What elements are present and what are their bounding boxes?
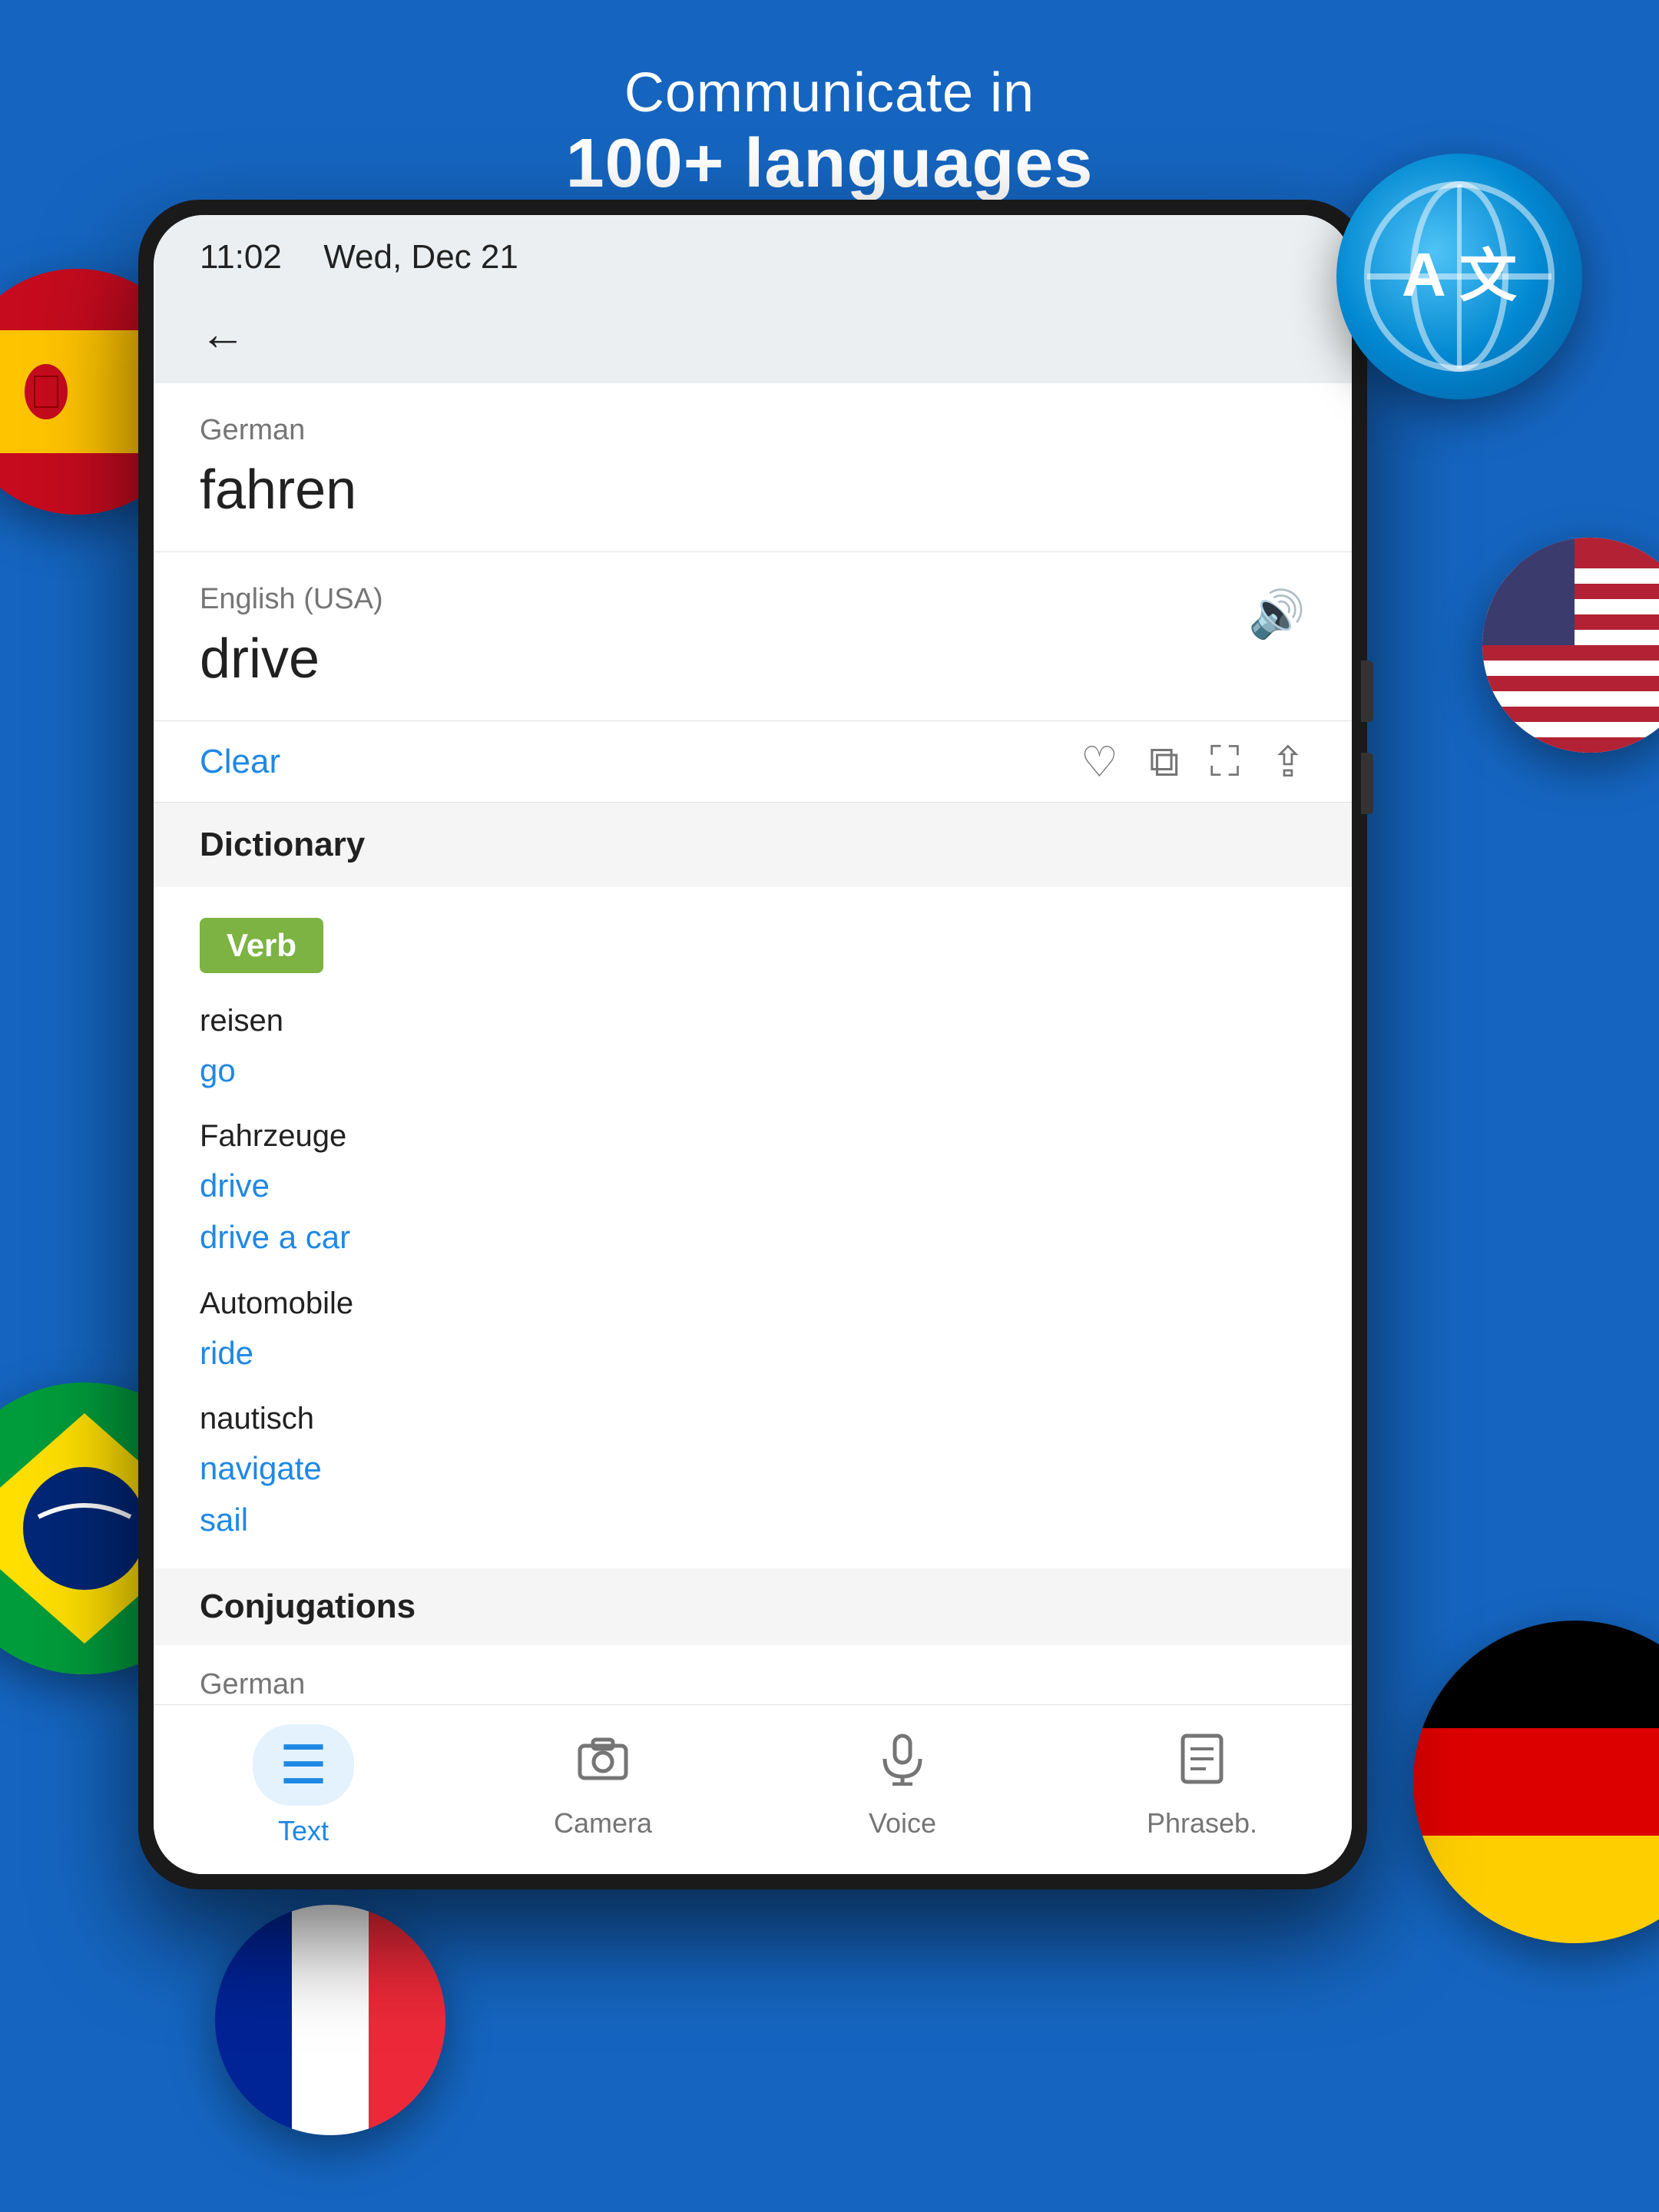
text-nav-label: Text (278, 1815, 329, 1847)
voice-nav-label: Voice (869, 1807, 936, 1839)
tablet-screen: 11:02 Wed, Dec 21 ← German fahren Englis… (154, 215, 1352, 1874)
conj-german-label: German (200, 1668, 1306, 1701)
main-content: German fahren English (USA) drive 🔊 Clea… (154, 383, 1352, 1874)
dict-translation-navigate: navigatesail (200, 1442, 1306, 1545)
dict-entry-automobile: Automobile ride (200, 1286, 1306, 1379)
tablet-device: 11:02 Wed, Dec 21 ← German fahren Englis… (138, 200, 1367, 1889)
dict-category-name-reisen: reisen (200, 1004, 1306, 1038)
dict-entry-reisen: reisen go (200, 1004, 1306, 1096)
dict-entry-nautisch: nautisch navigatesail (200, 1402, 1306, 1545)
header-subtitle: Communicate in (0, 61, 1659, 124)
france-flag (215, 1905, 445, 2135)
dict-translation-drive: drivedrive a car (200, 1160, 1306, 1263)
dictionary-section-header: Dictionary (154, 803, 1352, 887)
phrasebook-nav-label: Phraseb. (1147, 1807, 1257, 1839)
dict-translation-go: go (200, 1045, 1306, 1096)
nav-item-text[interactable]: ☰ Text (154, 1724, 453, 1847)
nav-item-phrasebook[interactable]: Phraseb. (1052, 1732, 1352, 1839)
text-to-speech-button[interactable]: 🔊 (1248, 587, 1306, 641)
nav-item-camera[interactable]: Camera (453, 1732, 753, 1839)
tablet-side-button-2 (1361, 753, 1373, 814)
action-bar: Clear ♡ ⧉ ⛶ ⇪ (154, 721, 1352, 803)
svg-text:A: A (1402, 240, 1446, 309)
dictionary-title: Dictionary (200, 826, 1306, 864)
source-text: fahren (200, 459, 1306, 522)
status-bar: 11:02 Wed, Dec 21 (154, 215, 1352, 292)
target-text: drive (200, 628, 1306, 690)
dict-category-name-fahrzeuge: Fahrzeuge (200, 1119, 1306, 1154)
usa-flag (1482, 538, 1659, 753)
favorite-icon[interactable]: ♡ (1081, 737, 1118, 786)
share-icon[interactable]: ⇪ (1270, 737, 1306, 786)
target-language-section[interactable]: English (USA) drive 🔊 (154, 552, 1352, 721)
nav-active-indicator: ☰ (253, 1724, 355, 1806)
bottom-navigation: ☰ Text Camera (154, 1704, 1352, 1874)
target-language-label: English (USA) (200, 583, 1306, 616)
phrasebook-nav-icon (1175, 1732, 1229, 1798)
france-white-stripe (292, 1905, 369, 2135)
action-icons-group: ♡ ⧉ ⛶ ⇪ (1081, 737, 1306, 786)
dict-category-name-automobile: Automobile (200, 1286, 1306, 1321)
dict-entry-fahrzeuge: Fahrzeuge drivedrive a car (200, 1119, 1306, 1263)
translator-app-icon: A 文 (1336, 154, 1582, 399)
dict-translation-ride: ride (200, 1327, 1306, 1379)
usa-flag-circle (1482, 538, 1659, 753)
germany-red-stripe (1413, 1728, 1659, 1836)
camera-nav-icon (576, 1732, 630, 1798)
dictionary-content: Verb reisen go Fahrzeuge drivedrive a ca… (154, 887, 1352, 1704)
status-date: Wed, Dec 21 (305, 238, 518, 276)
conjugation-section: Conjugations German fahren ich fahre du … (200, 1568, 1306, 1704)
svg-text:文: 文 (1459, 243, 1517, 308)
copy-icon[interactable]: ⧉ (1149, 737, 1179, 786)
dict-category-name-nautisch: nautisch (200, 1402, 1306, 1436)
back-button[interactable]: ← (200, 307, 246, 360)
pos-badge-verb: Verb (200, 918, 323, 973)
voice-nav-icon (876, 1732, 929, 1798)
france-flag-circle (215, 1905, 445, 2135)
expand-icon[interactable]: ⛶ (1210, 737, 1240, 786)
camera-nav-label: Camera (554, 1807, 652, 1839)
app-bar: ← (154, 292, 1352, 383)
conjugation-section-title: Conjugations (154, 1568, 1352, 1645)
tablet-side-button-1 (1361, 661, 1373, 722)
status-time: 11:02 (200, 238, 282, 276)
clear-button[interactable]: Clear (200, 743, 280, 781)
source-language-section[interactable]: German fahren (154, 383, 1352, 552)
nav-item-voice[interactable]: Voice (753, 1732, 1052, 1839)
source-language-label: German (200, 414, 1306, 447)
text-nav-icon: ☰ (280, 1734, 328, 1796)
